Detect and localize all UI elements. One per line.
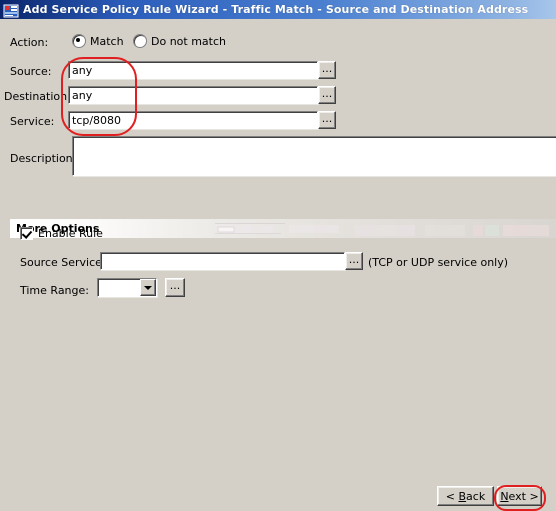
radio-match-icon[interactable] (72, 34, 86, 48)
back-button[interactable]: < Back (437, 486, 494, 506)
radio-match-label: Match (90, 34, 124, 48)
wizard-icon (3, 3, 19, 17)
radio-match[interactable]: Match (72, 34, 124, 48)
source-service-browse-button[interactable]: ... (345, 252, 363, 270)
more-options-artifact (215, 221, 345, 235)
service-browse-button[interactable]: ... (318, 111, 336, 129)
title-bar: Add Service Policy Rule Wizard - Traffic… (0, 0, 556, 19)
source-browse-label: ... (321, 61, 333, 75)
time-range-label: Time Range: (20, 284, 89, 297)
destination-browse-label: ... (321, 86, 333, 100)
source-service-input[interactable] (100, 252, 345, 270)
source-browse-button[interactable]: ... (318, 61, 336, 79)
time-range-select[interactable] (97, 278, 157, 297)
action-label: Action: (10, 36, 49, 49)
next-button-label: Next > (500, 489, 539, 503)
enable-rule-checkbox[interactable]: Enable Rule (20, 227, 103, 240)
back-button-label: < Back (445, 489, 486, 503)
destination-input[interactable]: any (68, 86, 318, 104)
enable-rule-label: Enable Rule (38, 227, 103, 240)
enable-rule-check-icon[interactable] (20, 227, 33, 240)
service-browse-label: ... (321, 111, 333, 125)
radio-do-not-match-label: Do not match (151, 34, 226, 48)
destination-label: Destination: (4, 90, 71, 103)
source-service-label: Source Service: (20, 256, 106, 269)
source-input[interactable]: any (68, 61, 318, 79)
service-label: Service: (10, 115, 55, 128)
destination-browse-button[interactable]: ... (318, 86, 336, 104)
radio-do-not-match-icon[interactable] (133, 34, 147, 48)
description-label: Description: (10, 152, 77, 165)
chevron-down-icon[interactable] (140, 279, 156, 296)
description-textarea[interactable] (72, 136, 556, 176)
service-input[interactable]: tcp/8080 (68, 111, 318, 129)
source-label: Source: (10, 65, 52, 78)
time-range-browse-button[interactable]: ... (165, 278, 185, 297)
source-service-browse-label: ... (348, 252, 360, 266)
more-options-artifact-2 (355, 222, 555, 236)
dialog-body: Action: Match Do not match Source: any .… (0, 19, 556, 475)
radio-do-not-match[interactable]: Do not match (133, 34, 226, 48)
next-button[interactable]: Next > (497, 486, 542, 506)
dialog-window: Add Service Policy Rule Wizard - Traffic… (0, 0, 556, 511)
source-service-hint: (TCP or UDP service only) (368, 256, 509, 269)
time-range-browse-label: ... (169, 279, 181, 292)
window-title: Add Service Policy Rule Wizard - Traffic… (23, 3, 529, 16)
dialog-footer: < Back Next > (0, 475, 556, 511)
